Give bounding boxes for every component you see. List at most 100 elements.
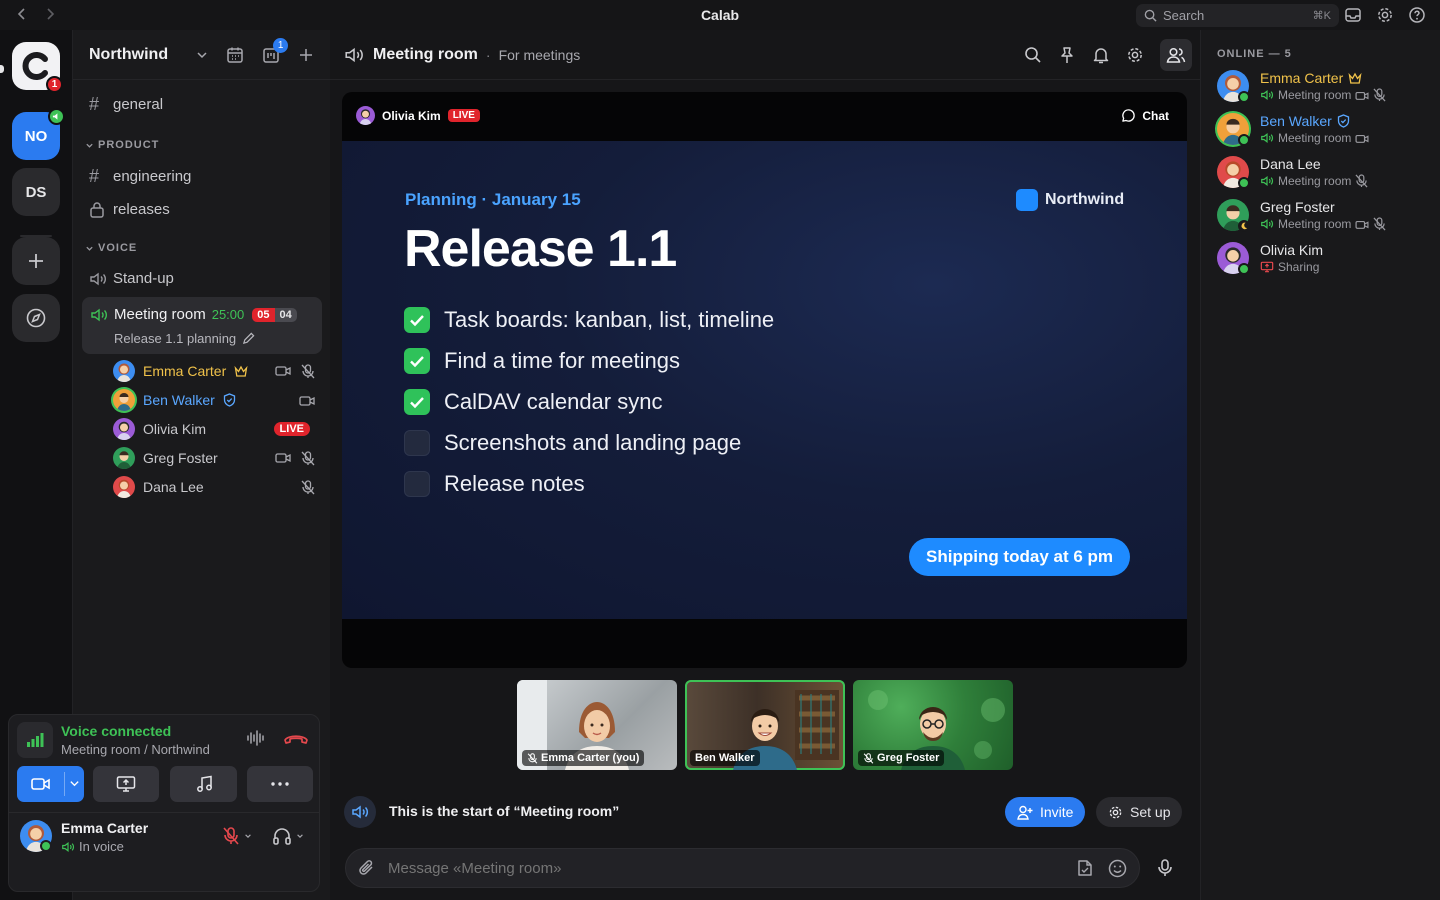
slide-kicker: Planning · January 15 [405, 190, 581, 209]
channel-start-text: This is the start of “Meeting room” [389, 803, 620, 819]
chevron-down-icon[interactable] [196, 49, 208, 61]
add-server-button[interactable] [12, 237, 60, 285]
speaker-icon [1260, 175, 1274, 187]
soundwave-icon[interactable] [246, 729, 266, 747]
add-channel-icon[interactable] [298, 47, 314, 63]
user-status-icons [299, 394, 315, 407]
mic-off-icon [863, 752, 874, 764]
titlebar-actions [1344, 6, 1426, 24]
channel-engineering[interactable]: # engineering [89, 166, 191, 187]
category-voice[interactable]: VOICE [85, 242, 137, 254]
member-dana[interactable]: Dana Lee Meeting room [1217, 156, 1368, 189]
member-olivia[interactable]: Olivia Kim Sharing [1217, 242, 1323, 275]
emoji-icon[interactable] [1108, 859, 1127, 878]
message-input[interactable] [388, 859, 1076, 877]
unread-indicator [0, 65, 4, 73]
screen-share-button[interactable] [93, 766, 159, 802]
inbox-icon[interactable] [1344, 6, 1362, 24]
deafen-toggle[interactable] [272, 826, 304, 845]
add-person-icon [1017, 805, 1033, 820]
help-icon[interactable] [1408, 6, 1426, 24]
voice-user-dana[interactable]: Dana Lee [113, 476, 315, 498]
voice-location[interactable]: Meeting room / Northwind [61, 742, 210, 757]
search-icon[interactable] [1024, 46, 1042, 64]
avatar [113, 360, 135, 382]
server-northwind[interactable]: NO [12, 108, 65, 160]
member-name-row: Emma Carter [1260, 70, 1386, 86]
avatar [113, 418, 135, 440]
soundboard-button[interactable] [170, 766, 237, 802]
invite-button[interactable]: Invite [1005, 797, 1086, 827]
category-product[interactable]: PRODUCT [85, 139, 159, 151]
voice-user-greg[interactable]: Greg Foster [113, 447, 315, 469]
meeting-topic: Release 1.1 planning [114, 331, 237, 346]
channel-releases[interactable]: releases [89, 201, 170, 218]
presenter-name: Olivia Kim [382, 108, 441, 123]
self-avatar[interactable] [20, 820, 52, 852]
server-ds[interactable]: DS [12, 168, 60, 216]
idle-moon-icon [1238, 220, 1250, 232]
signal-icon[interactable] [17, 722, 53, 758]
member-name: Emma Carter [1260, 70, 1344, 86]
chat-label: Chat [1142, 108, 1169, 123]
voice-user-ben[interactable]: Ben Walker [113, 389, 315, 411]
avatar [113, 447, 135, 469]
avatar [113, 476, 135, 498]
channel-label: general [113, 96, 164, 113]
chevron-down-icon[interactable] [69, 778, 80, 789]
camera-toggle-button[interactable] [17, 766, 84, 802]
member-emma[interactable]: Emma Carter Meeting room [1217, 70, 1386, 103]
more-options-button[interactable] [247, 766, 313, 802]
bell-icon[interactable] [1092, 46, 1110, 64]
mic-off-icon [301, 479, 315, 495]
hang-up-icon[interactable] [283, 731, 309, 745]
participant-tile-greg[interactable]: Greg Foster [853, 680, 1013, 770]
voice-user-olivia[interactable]: Olivia Kim LIVE [113, 418, 315, 440]
count-live: 05 [252, 307, 275, 322]
screen-share-icon [116, 775, 136, 793]
pencil-icon[interactable] [242, 332, 255, 345]
screen-share-stage[interactable]: Olivia Kim LIVE Chat Planning · January … [342, 92, 1187, 668]
members-panel: ONLINE — 5 Emma Carter Meeting room Ben … [1200, 30, 1440, 900]
setup-button[interactable]: Set up [1096, 797, 1183, 827]
search-box[interactable]: Search ⌘K [1136, 4, 1339, 27]
gif-sticker-icon[interactable] [1076, 859, 1094, 877]
task-item: CalDAV calendar sync [404, 389, 662, 415]
member-greg[interactable]: Greg Foster Meeting room [1217, 199, 1386, 232]
avatar [356, 106, 375, 125]
members-toggle-button[interactable] [1160, 38, 1192, 71]
voice-user-emma[interactable]: Emma Carter [113, 360, 315, 382]
category-label: VOICE [98, 242, 138, 254]
member-ben[interactable]: Ben Walker Meeting room [1217, 113, 1369, 146]
search-label: Search [1163, 8, 1205, 23]
participant-tile-emma[interactable]: Emma Carter (you) [517, 680, 677, 770]
online-status-dot [1238, 177, 1250, 189]
app-logo[interactable]: 1 [12, 42, 63, 93]
paperclip-icon[interactable] [358, 859, 376, 877]
calendar-icon[interactable] [226, 46, 244, 64]
chat-button[interactable]: Chat [1113, 104, 1177, 127]
participant-tile-ben[interactable]: Ben Walker [685, 680, 845, 770]
channel-meeting-room[interactable]: Meeting room 25:00 05 04 Release 1.1 pla… [82, 297, 322, 354]
online-status-dot [1238, 263, 1250, 275]
settings-icon[interactable] [1126, 46, 1144, 64]
pin-icon[interactable] [1058, 46, 1076, 64]
tile-name: Emma Carter (you) [541, 752, 640, 764]
settings-icon[interactable] [1376, 6, 1394, 24]
user-name: Ben Walker [143, 392, 215, 408]
channel-label: Stand-up [113, 270, 174, 287]
mute-toggle[interactable] [222, 826, 252, 846]
tasks-board-icon[interactable]: 1 [262, 37, 289, 64]
channel-general[interactable]: # general [89, 94, 163, 115]
self-status: In voice [61, 839, 124, 854]
task-item: Task boards: kanban, list, timeline [404, 307, 774, 333]
task-label: Find a time for meetings [444, 348, 680, 373]
voice-message-mic-icon[interactable] [1156, 858, 1174, 878]
workspace-name[interactable]: Northwind [89, 46, 168, 64]
checkbox-checked-icon [404, 389, 430, 415]
channel-stand-up[interactable]: Stand-up [89, 270, 174, 287]
checkbox-checked-icon [404, 307, 430, 333]
member-status-label: Meeting room [1278, 174, 1352, 188]
channel-label: releases [113, 201, 170, 218]
explore-button[interactable] [12, 294, 60, 342]
